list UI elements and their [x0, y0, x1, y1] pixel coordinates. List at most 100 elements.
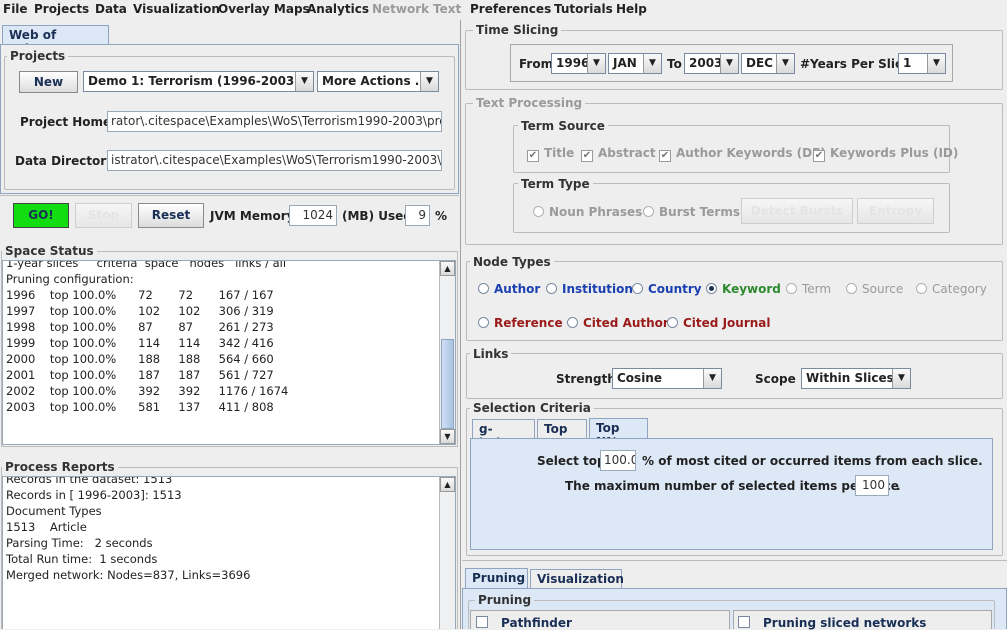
radio-icon	[643, 206, 654, 217]
menu-preferences[interactable]: Preferences	[470, 2, 551, 16]
node-type-category[interactable]: Category	[916, 282, 987, 296]
project-home-field[interactable]: rator\.citespace\Examples\WoS\Terrorism1…	[107, 111, 442, 132]
chevron-down-icon: ▼	[703, 369, 721, 388]
space-status-line: 1997 top 100.0% 102 102 306 / 319	[6, 304, 274, 318]
panel-divider[interactable]	[460, 20, 461, 629]
author-keywords-checkbox[interactable]: ✔ Author Keywords (DE)	[659, 146, 826, 162]
data-directory-label: Data Directory:	[15, 154, 119, 168]
node-type-source[interactable]: Source	[846, 282, 903, 296]
pruning-sliced-label: Pruning sliced networks	[763, 616, 927, 630]
radio-icon	[846, 283, 857, 294]
node-type-cited-journal[interactable]: Cited Journal	[667, 316, 771, 330]
space-status-text[interactable]: 1-year slices criteria space nodes links…	[2, 260, 456, 445]
section-divider	[462, 560, 1007, 561]
stop-button[interactable]: Stop	[75, 203, 132, 228]
more-actions-select[interactable]: More Actions ... ▼	[317, 71, 439, 92]
process-report-header: Records in the dataset: 1513	[6, 476, 173, 486]
tab-web-of-science[interactable]: Web of Science	[2, 25, 109, 56]
tab-visualization[interactable]: Visualization	[530, 569, 624, 589]
space-status-line: 1998 top 100.0% 87 87 261 / 273	[6, 320, 274, 334]
chevron-down-icon: ▼	[776, 54, 794, 73]
keywords-plus-checkbox[interactable]: ✔ Keywords Plus (ID)	[813, 146, 958, 162]
reset-button[interactable]: Reset	[138, 203, 204, 228]
burst-terms-radio[interactable]: Burst Terms	[643, 205, 740, 219]
menu-file[interactable]: File	[3, 2, 28, 16]
space-status-header: 1-year slices criteria space nodes links…	[6, 260, 287, 270]
tab-top-n[interactable]: Top N	[537, 419, 587, 450]
menu-help[interactable]: Help	[616, 2, 647, 16]
go-button[interactable]: GO!	[13, 203, 69, 228]
detect-bursts-button[interactable]: Detect Bursts	[741, 198, 853, 224]
pathfinder-checkbox[interactable]: Pathfinder	[476, 616, 572, 630]
from-month-select[interactable]: JAN ▼	[608, 53, 662, 74]
checkbox-icon	[738, 616, 750, 628]
node-type-keyword-label: Keyword	[722, 282, 781, 296]
menu-visualization[interactable]: Visualization	[133, 2, 220, 16]
text-processing-title: Text Processing	[473, 96, 586, 110]
tab-top-n-percent[interactable]: Top N%	[589, 418, 648, 449]
node-type-term[interactable]: Term	[786, 282, 831, 296]
title-checkbox[interactable]: ✔ Title	[527, 146, 574, 162]
node-type-cited-author[interactable]: Cited Author	[567, 316, 669, 330]
noun-phrases-radio[interactable]: Noun Phrases	[533, 205, 642, 219]
node-type-category-label: Category	[932, 282, 987, 296]
chevron-down-icon: ▼	[420, 72, 438, 91]
max-items-field[interactable]: 100	[855, 475, 889, 496]
radio-icon	[478, 283, 489, 294]
title-checkbox-label: Title	[544, 146, 575, 160]
node-type-country[interactable]: Country	[632, 282, 702, 296]
node-type-keyword[interactable]: Keyword	[706, 282, 781, 296]
to-year-select[interactable]: 2003 ▼	[684, 53, 739, 74]
tab-g-index[interactable]: g-index	[472, 419, 535, 450]
max-items-suffix: .	[896, 479, 901, 493]
to-year-value: 2003	[689, 56, 723, 70]
node-type-institution-label: Institution	[562, 282, 633, 296]
node-type-author[interactable]: Author	[478, 282, 540, 296]
tab-pruning[interactable]: Pruning	[465, 568, 528, 589]
pruning-sliced-checkbox[interactable]: Pruning sliced networks	[738, 616, 926, 630]
project-select[interactable]: Demo 1: Terrorism (1996-2003) ▼	[83, 71, 314, 92]
menu-projects[interactable]: Projects	[34, 2, 89, 16]
from-year-select[interactable]: 1996 ▼	[551, 53, 606, 74]
projects-group-title: Projects	[7, 49, 69, 63]
scroll-up-icon[interactable]: ▲	[440, 261, 455, 276]
process-reports-scrollbar[interactable]: ▲	[439, 477, 455, 629]
select-top-field[interactable]: 100.0	[600, 450, 636, 471]
menu-network[interactable]: Network	[372, 2, 429, 16]
scroll-down-icon[interactable]: ▼	[440, 429, 455, 444]
entropy-button[interactable]: Entropy	[857, 198, 934, 224]
menu-data[interactable]: Data	[95, 2, 127, 16]
process-reports-text[interactable]: Records in the dataset: 1513 Records in …	[2, 476, 456, 629]
strength-select[interactable]: Cosine ▼	[612, 368, 722, 389]
to-month-select[interactable]: DEC ▼	[741, 53, 795, 74]
new-project-button[interactable]: New	[19, 71, 78, 93]
years-per-slice-select[interactable]: 1 ▼	[898, 53, 946, 74]
menu-analytics[interactable]: Analytics	[307, 2, 369, 16]
node-type-reference[interactable]: Reference	[478, 316, 563, 330]
node-type-cited-author-label: Cited Author	[583, 316, 669, 330]
radio-icon	[533, 206, 544, 217]
process-reports-title: Process Reports	[2, 460, 118, 474]
menu-overlay-maps[interactable]: Overlay Maps	[218, 2, 310, 16]
menu-tutorials[interactable]: Tutorials	[554, 2, 613, 16]
pathfinder-label: Pathfinder	[501, 616, 572, 630]
term-source-title: Term Source	[518, 119, 608, 133]
noun-phrases-label: Noun Phrases	[549, 205, 643, 219]
scope-select[interactable]: Within Slices ▼	[801, 368, 911, 389]
space-status-line: Pruning configuration:	[6, 272, 134, 286]
chevron-down-icon: ▼	[643, 54, 661, 73]
select-top-suffix: % of most cited or occurred items from e…	[642, 454, 983, 468]
menu-text[interactable]: Text	[433, 2, 461, 16]
node-type-institution[interactable]: Institution	[546, 282, 633, 296]
data-directory-field[interactable]: istrator\.citespace\Examples\WoS\Terrori…	[107, 150, 442, 171]
percent-label: %	[435, 209, 448, 223]
scroll-thumb[interactable]	[441, 339, 454, 429]
abstract-checkbox[interactable]: ✔ Abstract	[581, 146, 656, 162]
scroll-up-icon[interactable]: ▲	[440, 477, 455, 492]
space-status-line: 2000 top 100.0% 188 188 564 / 660	[6, 352, 274, 366]
process-report-line: 1513 Article	[6, 520, 87, 534]
scope-label: Scope	[755, 372, 796, 386]
space-status-scrollbar[interactable]: ▲ ▼	[439, 261, 455, 444]
links-title: Links	[470, 347, 512, 361]
from-year-value: 1996	[556, 56, 590, 70]
